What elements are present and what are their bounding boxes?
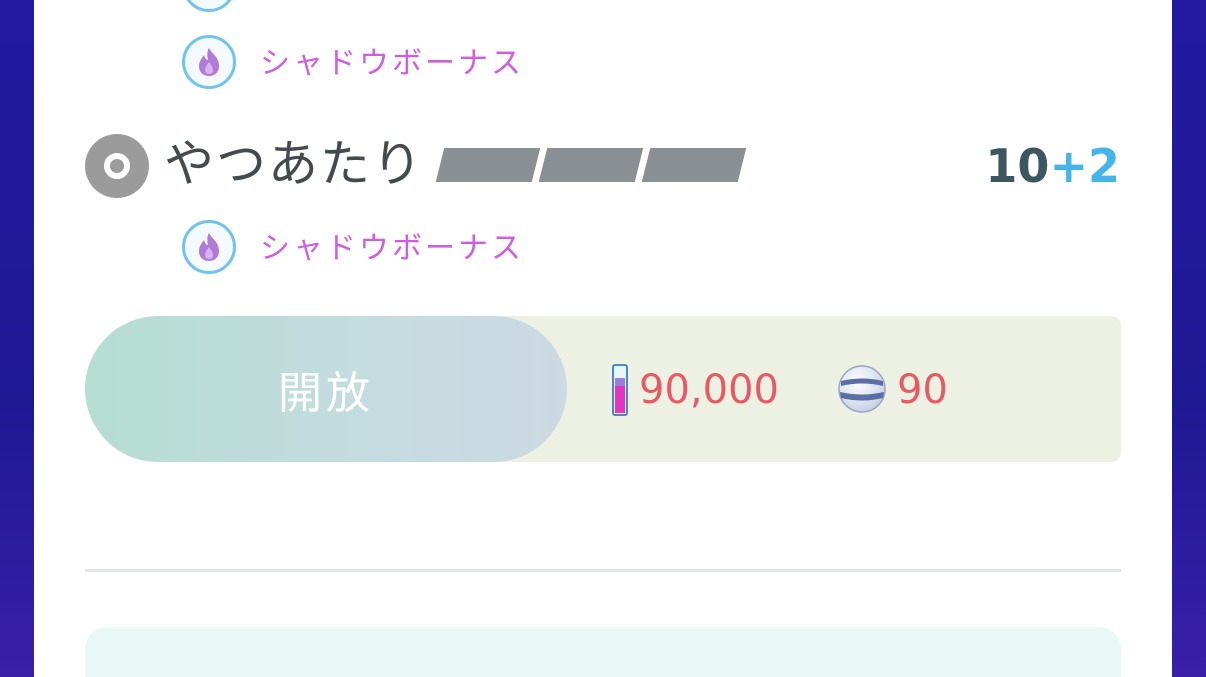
unlock-row: 開放 90,000 90 bbox=[85, 316, 1121, 462]
shadow-flame-icon bbox=[199, 233, 219, 261]
stardust-cost: 90,000 bbox=[639, 367, 779, 413]
normal-type-icon bbox=[85, 134, 149, 198]
shadow-flame-icon bbox=[199, 48, 219, 76]
candy-icon bbox=[838, 365, 886, 413]
info-card bbox=[85, 627, 1121, 677]
shadow-bonus-icon bbox=[182, 35, 236, 89]
move-detail-panel: シャドウボーナス やつあたり 10+2 シャドウボーナス 開放 90,000 9… bbox=[34, 0, 1172, 677]
stardust-icon bbox=[612, 364, 628, 416]
power-bonus: +2 bbox=[1049, 139, 1120, 193]
power-base: 10 bbox=[985, 139, 1050, 193]
divider bbox=[85, 569, 1121, 572]
unlock-button[interactable]: 開放 bbox=[85, 316, 567, 462]
energy-segment bbox=[538, 148, 644, 182]
energy-segment bbox=[435, 148, 541, 182]
shadow-bonus-icon bbox=[182, 0, 236, 12]
shadow-bonus-label: シャドウボーナス bbox=[260, 231, 524, 266]
energy-segment bbox=[641, 148, 747, 182]
candy-cost: 90 bbox=[897, 367, 948, 413]
move-power: 10+2 bbox=[985, 138, 1120, 194]
shadow-bonus-label: シャドウボーナス bbox=[260, 46, 524, 81]
move-name: やつあたり bbox=[164, 135, 424, 193]
shadow-bonus-icon bbox=[182, 220, 236, 274]
